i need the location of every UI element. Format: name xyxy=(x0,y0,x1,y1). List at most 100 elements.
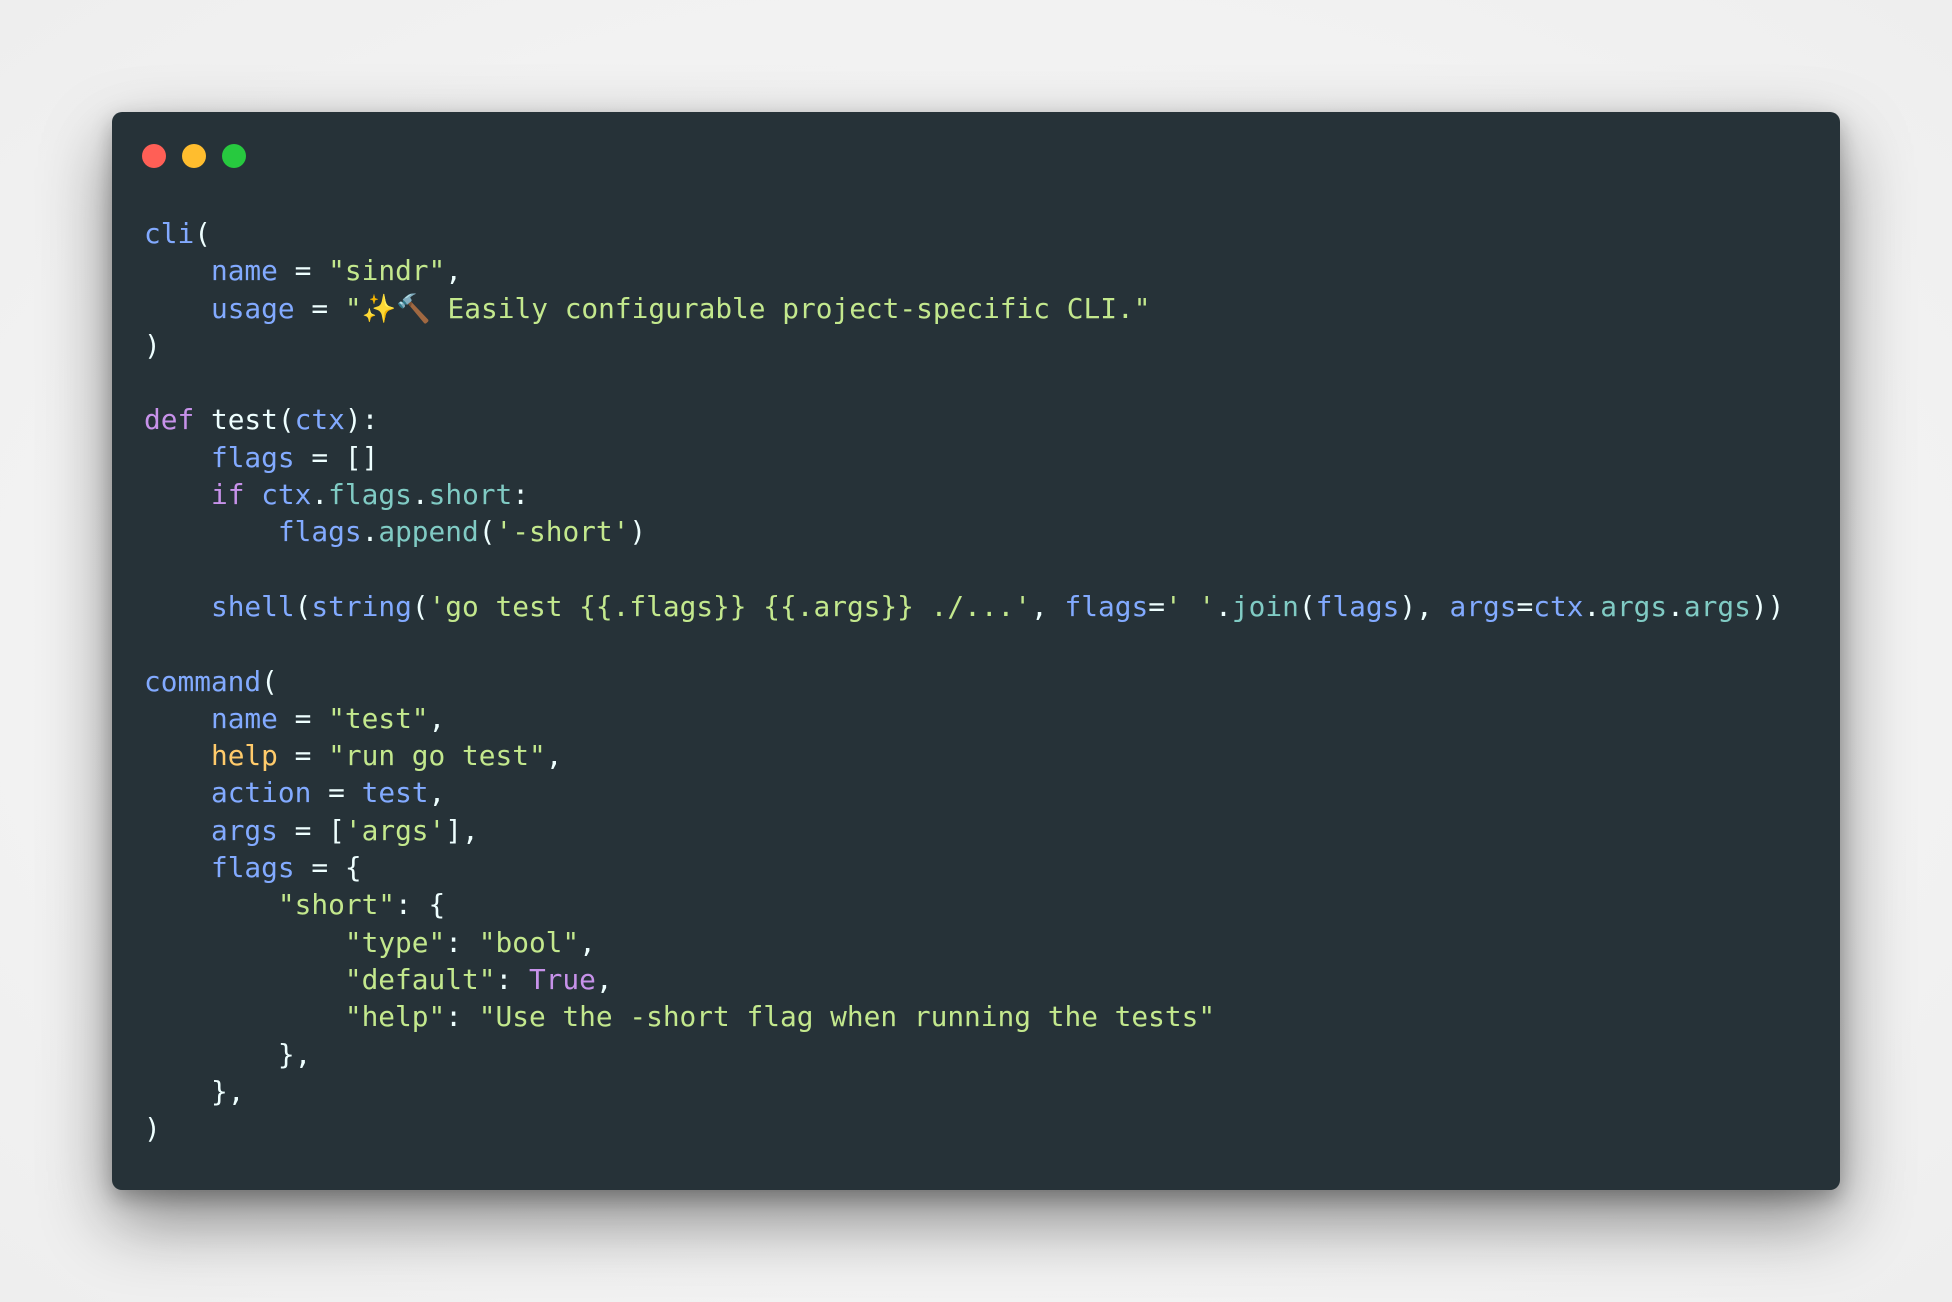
code-token: "default" xyxy=(344,962,496,996)
minimize-window-button[interactable] xyxy=(182,144,206,168)
code-token: = [] xyxy=(294,440,379,474)
window-titlebar xyxy=(112,112,1840,192)
code-token: : xyxy=(495,962,529,996)
code-token: . xyxy=(411,478,429,512)
code-token: , xyxy=(595,962,613,996)
code-line: help = "run go test", xyxy=(144,737,1784,774)
code-token: flags xyxy=(1315,589,1400,623)
code-token: ( xyxy=(294,589,312,623)
code-token: "bool" xyxy=(478,925,580,959)
code-line: flags.append('-short') xyxy=(144,513,1784,550)
code-line: if ctx.flags.short: xyxy=(144,476,1784,513)
code-token: command xyxy=(144,664,262,698)
code-token: , xyxy=(1031,589,1065,623)
code-token: flags xyxy=(277,515,362,549)
code-token: . xyxy=(311,478,329,512)
code-token: , xyxy=(445,254,463,288)
code-token: shell xyxy=(210,589,295,623)
code-token: string xyxy=(311,589,412,623)
code-token: . xyxy=(1583,589,1601,623)
code-token: : xyxy=(445,925,479,959)
code-token: args xyxy=(210,813,278,847)
code-token: ( xyxy=(194,217,211,250)
code-token: "run go test" xyxy=(328,739,546,773)
code-token: = [ xyxy=(277,813,345,847)
code-line: action = test, xyxy=(144,774,1784,811)
code-token: action xyxy=(210,776,312,810)
code-token: ( xyxy=(1298,589,1316,623)
code-token: '-short' xyxy=(495,515,630,549)
code-token: : xyxy=(445,1000,479,1034)
code-token: ( xyxy=(411,589,429,623)
code-token: "Use the -short flag when running the te… xyxy=(478,1000,1216,1034)
code-token: args xyxy=(1449,589,1517,623)
code-line: name = "sindr", xyxy=(144,252,1784,289)
code-token: short xyxy=(428,478,513,512)
code-token: ctx xyxy=(294,403,345,437)
code-token: }, xyxy=(210,1074,245,1108)
code-token: = xyxy=(277,739,329,773)
code-token: ], xyxy=(445,813,479,847)
code-token: "sindr" xyxy=(328,254,446,288)
code-token: flags xyxy=(1064,589,1149,623)
code-line: ) xyxy=(144,1110,1784,1147)
code-line: flags = [] xyxy=(144,439,1784,476)
code-token: , xyxy=(579,925,596,959)
code-line: command( xyxy=(144,663,1784,700)
code-line: }, xyxy=(144,1073,1784,1110)
code-token: , xyxy=(545,739,563,773)
code-token: flags xyxy=(210,851,295,885)
code-token: "type" xyxy=(344,925,446,959)
maximize-window-button[interactable] xyxy=(222,144,246,168)
code-token: . xyxy=(1667,589,1684,623)
code-token: : { xyxy=(395,888,446,922)
code-token: args xyxy=(1600,589,1668,623)
code-token: . xyxy=(361,515,379,549)
code-line: flags = { xyxy=(144,849,1784,886)
code-token: ), xyxy=(1399,589,1450,623)
code-token: = xyxy=(311,776,362,810)
code-line: name = "test", xyxy=(144,700,1784,737)
code-line: "short": { xyxy=(144,886,1784,923)
code-token: name xyxy=(210,701,278,735)
code-token: = xyxy=(1148,589,1165,623)
code-line: shell(string('go test {{.flags}} {{.args… xyxy=(144,588,1784,625)
code-token: flags xyxy=(210,440,295,474)
code-token: = { xyxy=(294,851,362,885)
code-token: test xyxy=(361,776,429,810)
code-line: "help": "Use the -short flag when runnin… xyxy=(144,998,1784,1035)
code-token: "short" xyxy=(277,888,396,922)
code-token: name xyxy=(210,254,278,288)
code-token: ctx xyxy=(261,478,312,512)
code-token: }, xyxy=(277,1037,312,1071)
code-token: append xyxy=(378,515,479,549)
code-token: ( xyxy=(478,515,496,549)
code-token: ) xyxy=(144,1112,161,1146)
code-line: cli( xyxy=(144,215,1784,252)
code-token: usage xyxy=(210,291,295,325)
code-token: cli xyxy=(144,217,195,250)
code-token: ): xyxy=(344,403,379,437)
code-token: ) xyxy=(629,515,647,549)
close-window-button[interactable] xyxy=(142,144,166,168)
code-token: = xyxy=(277,254,329,288)
code-line: "type": "bool", xyxy=(144,924,1784,961)
code-token: = xyxy=(294,291,345,325)
code-token: . xyxy=(1215,589,1232,623)
code-token: "test" xyxy=(328,701,429,735)
code-token: ctx xyxy=(1533,589,1584,623)
